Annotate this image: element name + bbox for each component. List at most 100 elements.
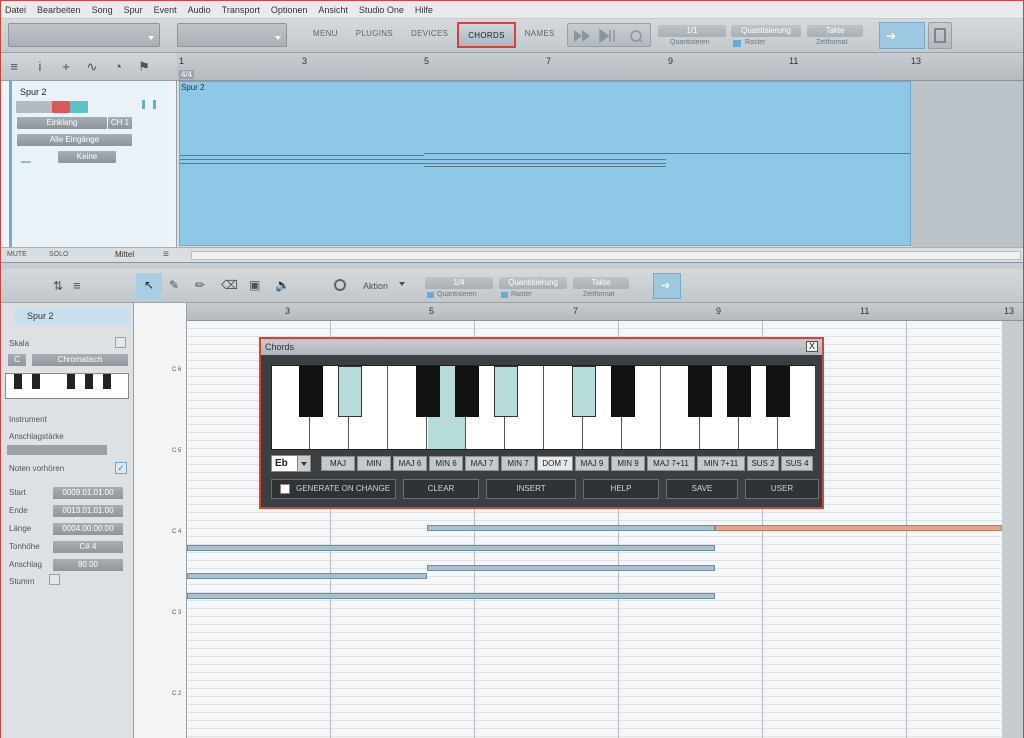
arranger-empty-area[interactable] xyxy=(911,81,1023,247)
preset-dropdown-2[interactable] xyxy=(177,23,287,47)
info-icon[interactable]: i xyxy=(27,59,53,74)
preset-dropdown-1[interactable] xyxy=(8,23,160,47)
tempo-icon[interactable]: ◔ xyxy=(105,59,131,74)
quantize-mode-button[interactable]: Quantisierung xyxy=(731,25,801,37)
tab-plugins[interactable]: PLUGINS xyxy=(347,22,402,48)
marker-flag-icon[interactable]: ⚑ xyxy=(131,59,157,75)
black-key[interactable] xyxy=(766,366,790,417)
menu-bearbeiten[interactable]: Bearbeiten xyxy=(37,5,81,15)
range-tool-icon[interactable]: ✎ xyxy=(169,278,179,292)
black-key-highlighted[interactable] xyxy=(572,366,596,417)
paint-tool-icon[interactable]: ✏ xyxy=(195,278,205,292)
menu-song[interactable]: Song xyxy=(92,5,113,15)
quantize-value[interactable]: 1/1 xyxy=(658,25,726,37)
menu-transport[interactable]: Transport xyxy=(222,5,260,15)
scale-root-select[interactable]: C xyxy=(8,354,26,366)
save-button[interactable]: SAVE xyxy=(666,479,738,499)
solo-toggle-button[interactable] xyxy=(34,101,52,113)
record-arm-button[interactable] xyxy=(52,101,70,113)
tab-chords[interactable]: CHORDS xyxy=(457,22,516,48)
chord-sus2-button[interactable]: SUS 2 xyxy=(747,456,779,471)
midi-note[interactable] xyxy=(187,545,715,551)
midi-note-selected[interactable] xyxy=(715,525,1002,531)
chord-maj-button[interactable]: MAJ xyxy=(321,456,355,471)
midi-note[interactable] xyxy=(187,593,715,599)
black-key[interactable] xyxy=(611,366,635,417)
start-field[interactable]: 0009.01.01.00 xyxy=(53,487,123,499)
midi-note[interactable] xyxy=(427,565,715,571)
transport-icons[interactable] xyxy=(568,24,652,48)
tab-menu[interactable]: MENU xyxy=(304,22,347,48)
piano-roll-ruler[interactable]: 3 5 7 9 11 13 xyxy=(187,303,1023,321)
menu-audio[interactable]: Audio xyxy=(188,5,211,15)
black-key[interactable] xyxy=(416,366,440,417)
raster-checkbox-icon[interactable] xyxy=(733,40,741,47)
key-select[interactable]: Eb xyxy=(271,455,311,472)
close-button[interactable]: X xyxy=(806,341,818,352)
generate-checkbox[interactable] xyxy=(280,484,290,494)
snap-follow-button[interactable]: ➜ xyxy=(879,22,925,49)
scale-type-select[interactable]: Chromatisch xyxy=(32,354,128,366)
piano-keys-column[interactable]: C 6 C 5 C 4 C 3 C 2 xyxy=(134,303,187,738)
film-strip-button[interactable] xyxy=(928,22,952,49)
editor-timeformat-value[interactable]: Takte xyxy=(573,277,629,289)
vertical-scroll-area[interactable] xyxy=(1002,321,1023,738)
mute-checkbox[interactable] xyxy=(49,574,60,585)
channel-select[interactable]: CH 1 xyxy=(108,117,132,129)
input-select[interactable]: Alle Eingänge xyxy=(17,134,132,146)
black-key-highlighted[interactable] xyxy=(494,366,518,417)
insert-button[interactable]: INSERT xyxy=(486,479,576,499)
menu-icon[interactable]: ≡ xyxy=(163,249,169,260)
chord-dom7-button[interactable]: DOM 7 xyxy=(537,456,573,471)
automation-icon[interactable]: ∿ xyxy=(79,59,105,75)
mute-label[interactable]: MUTE xyxy=(7,251,27,258)
arrow-tool-button[interactable]: ↖ xyxy=(136,273,162,299)
audition-checkbox-checked-icon[interactable]: ✓ xyxy=(115,462,127,474)
scale-checkbox[interactable] xyxy=(115,337,126,348)
quantize-icon[interactable] xyxy=(334,279,346,291)
chord-min7-button[interactable]: MIN 7 xyxy=(501,456,535,471)
chord-maj7-11-button[interactable]: MAJ 7+11 xyxy=(647,456,695,471)
time-signature-badge[interactable]: 4/4 xyxy=(179,70,195,79)
monitor-button[interactable] xyxy=(70,101,88,113)
menu-studio-one[interactable]: Studio One xyxy=(359,5,404,15)
timeformat-value[interactable]: Takte xyxy=(807,25,863,37)
velocity-field[interactable]: 80.00 xyxy=(53,559,123,571)
midi-note[interactable] xyxy=(187,573,427,579)
instrument-event[interactable]: Spur 2 xyxy=(179,81,911,246)
help-button[interactable]: HELP xyxy=(583,479,659,499)
chord-min6-button[interactable]: MIN 6 xyxy=(429,456,463,471)
chord-keyboard[interactable] xyxy=(271,365,815,450)
eraser-tool-icon[interactable]: ⌫ xyxy=(221,278,238,292)
output-select[interactable]: Keine xyxy=(58,151,116,163)
chord-maj6-button[interactable]: MAJ 6 xyxy=(393,456,427,471)
editor-quantize-mode[interactable]: Quantisierung xyxy=(499,277,567,289)
editor-raster-checkbox-icon[interactable] xyxy=(501,292,508,298)
midi-note[interactable] xyxy=(427,525,715,531)
velocity-slider[interactable] xyxy=(7,445,107,455)
end-field[interactable]: 0013.01.01.00 xyxy=(53,505,123,517)
solo-label[interactable]: SOLO xyxy=(49,251,68,258)
chord-min9-button[interactable]: MIN 9 xyxy=(611,456,645,471)
black-key-highlighted[interactable] xyxy=(338,366,362,417)
clear-button[interactable]: CLEAR xyxy=(403,479,479,499)
chord-min-button[interactable]: MIN xyxy=(357,456,391,471)
user-button[interactable]: USER xyxy=(745,479,819,499)
track-header[interactable]: Spur 2 Einklang CH 1 Alle Eingänge Keine xyxy=(1,81,177,247)
mute-toggle-button[interactable] xyxy=(16,101,34,113)
list-icon[interactable]: ≡ xyxy=(73,278,81,293)
list-icon[interactable]: ≡ xyxy=(1,59,27,74)
menu-event[interactable]: Event xyxy=(154,5,177,15)
tab-devices[interactable]: DEVICES xyxy=(402,22,457,48)
chord-maj7-button[interactable]: MAJ 7 xyxy=(465,456,499,471)
menu-datei[interactable]: Datei xyxy=(5,5,26,15)
chord-sus4-button[interactable]: SUS 4 xyxy=(781,456,813,471)
track-size-label[interactable]: Mittel xyxy=(115,250,134,259)
chord-min7-11-button[interactable]: MIN 7+11 xyxy=(697,456,745,471)
black-key[interactable] xyxy=(727,366,751,417)
arranger-ruler[interactable]: 1 3 5 7 9 11 13 4/4 xyxy=(177,53,1023,81)
listen-tool-icon[interactable]: 🔈 xyxy=(275,278,290,292)
menu-optionen[interactable]: Optionen xyxy=(271,5,308,15)
action-menu[interactable]: Aktion xyxy=(363,281,388,291)
black-key[interactable] xyxy=(688,366,712,417)
